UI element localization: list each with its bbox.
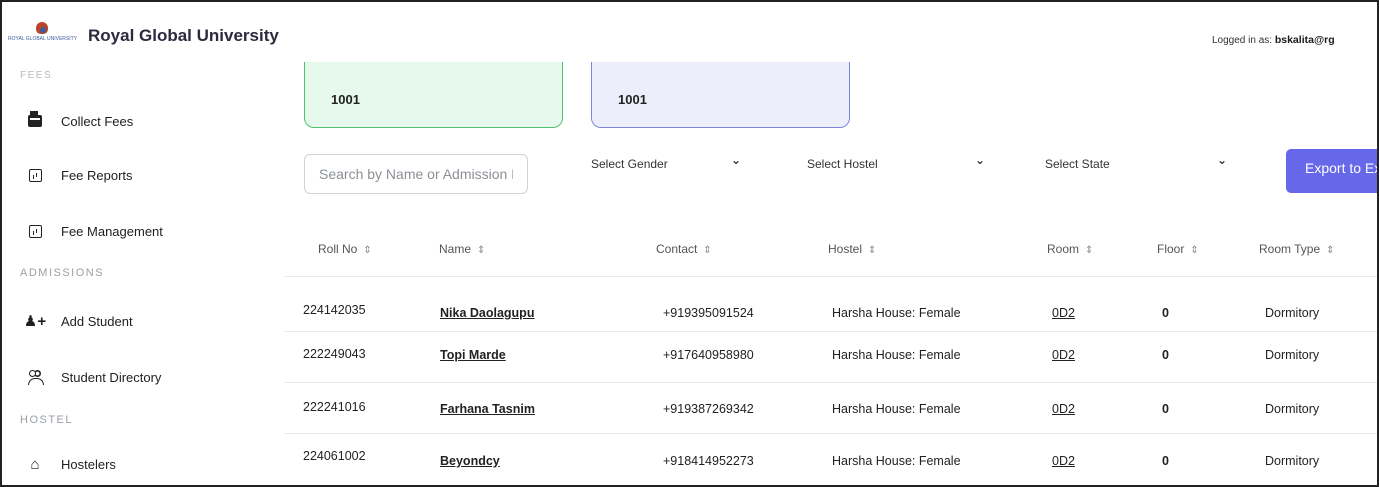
stat-card-value: 1001 [331,92,360,107]
logo-text: ROYAL GLOBAL UNIVERSITY [8,36,78,42]
stat-card-green: 1001 [304,62,563,128]
export-button[interactable]: Export to Excel [1286,149,1377,193]
column-header-room[interactable]: Room ⇕ [1047,242,1093,256]
sort-icon: ⇕ [477,245,486,256]
room-link[interactable]: 0D2 [1052,454,1075,468]
cell-roll-no: 222241016 [303,400,366,414]
logo-emblem-icon [36,22,48,34]
sidebar-item-collect-fees[interactable]: Collect Fees [24,109,133,133]
sidebar-item-hostelers[interactable]: ⌂ Hostelers [24,452,116,476]
brand-name: Royal Global University [88,26,279,45]
section-admissions: ADMISSIONS [20,267,105,279]
student-name-link[interactable]: Farhana Tasnim [440,402,535,416]
column-header-hostel[interactable]: Hostel ⇕ [828,242,876,256]
university-logo: ROYAL GLOBAL UNIVERSITY [8,22,78,44]
student-name-link[interactable]: Beyondcy [440,454,500,468]
users-icon [24,369,46,385]
sidebar-item-label: Fee Reports [61,167,133,183]
section-fees: FEES [20,70,53,81]
cell-hostel: Harsha House: Female [832,454,961,468]
cell-floor: 0 [1162,402,1169,416]
sidebar: FEES Collect Fees Fee Reports Fee Manage… [2,62,284,485]
cell-roll-no: 224142035 [303,303,366,317]
sidebar-item-label: Collect Fees [61,113,134,129]
state-select[interactable]: Select State ⌄ [1045,152,1235,176]
stat-card-purple: 1001 [591,62,850,128]
cell-room-type: Dormitory [1265,306,1320,320]
room-link[interactable]: 0D2 [1052,402,1075,416]
cell-contact: +919395091524 [663,306,754,320]
sort-icon: ⇕ [1326,245,1335,256]
column-header-room-type[interactable]: Room Type ⇕ [1259,242,1335,256]
room-link[interactable]: 0D2 [1052,306,1075,320]
cell-room-type: Dormitory [1265,348,1320,362]
sidebar-item-label: Hostelers [61,456,116,472]
column-header-floor[interactable]: Floor ⇕ [1157,242,1199,256]
divider [284,433,1377,434]
cash-register-icon [24,111,46,129]
divider [284,276,1377,277]
cell-contact: +917640958980 [663,348,754,362]
sidebar-item-add-student[interactable]: ♟+ Add Student [24,309,133,333]
chevron-down-icon: ⌄ [975,153,986,167]
cell-room-type: Dormitory [1265,402,1320,416]
cell-hostel: Harsha House: Female [832,306,961,320]
logged-in-user: bskalita@rg [1274,34,1335,46]
section-hostel: HOSTEL [20,414,74,426]
cell-hostel: Harsha House: Female [832,348,961,362]
hostel-select[interactable]: Select Hostel ⌄ [807,152,987,176]
gender-select[interactable]: Select Gender ⌄ [591,152,761,176]
student-name-link[interactable]: Nika Daolagupu [440,306,534,320]
sidebar-item-fee-management[interactable]: Fee Management [24,219,163,243]
top-bar: ROYAL GLOBAL UNIVERSITY Royal Global Uni… [2,2,1377,62]
divider [284,331,1377,332]
chevron-down-icon: ⌄ [1217,153,1228,167]
student-name-link[interactable]: Topi Marde [440,348,506,362]
chevron-down-icon: ⌄ [731,153,742,167]
cell-floor: 0 [1162,306,1169,320]
column-header-contact[interactable]: Contact ⇕ [656,242,712,256]
logged-in-indicator: Logged in as: bskalita@rg [1212,34,1335,46]
add-user-icon: ♟+ [23,313,47,330]
cell-contact: +919387269342 [663,402,754,416]
logged-in-label: Logged in as: [1212,35,1273,46]
sidebar-item-student-directory[interactable]: Student Directory [24,365,161,389]
stat-card-value: 1001 [618,92,647,107]
sort-icon: ⇕ [363,245,372,256]
home-icon: ⌂ [30,455,40,473]
cell-contact: +918414952273 [663,454,754,468]
column-header-roll-no[interactable]: Roll No ⇕ [318,242,372,256]
divider [284,382,1377,383]
sort-icon: ⇕ [868,245,877,256]
sidebar-item-fee-reports[interactable]: Fee Reports [24,163,133,187]
gender-select-label: Select Gender [591,157,668,171]
sidebar-item-label: Add Student [61,313,133,329]
sort-icon: ⇕ [1190,245,1199,256]
sidebar-item-label: Student Directory [61,369,162,385]
app-window: ROYAL GLOBAL UNIVERSITY Royal Global Uni… [0,0,1379,487]
column-header-name[interactable]: Name ⇕ [439,242,485,256]
sort-icon: ⇕ [1085,245,1094,256]
search-input[interactable] [304,154,528,194]
chart-box-icon [24,167,46,183]
sidebar-item-label: Fee Management [61,223,163,239]
cell-roll-no: 224061002 [303,449,366,463]
cell-floor: 0 [1162,348,1169,362]
cell-hostel: Harsha House: Female [832,402,961,416]
cell-roll-no: 222249043 [303,347,366,361]
state-select-label: Select State [1045,157,1110,171]
cell-floor: 0 [1162,454,1169,468]
cell-room-type: Dormitory [1265,454,1320,468]
room-link[interactable]: 0D2 [1052,348,1075,362]
hostel-select-label: Select Hostel [807,157,878,171]
sort-icon: ⇕ [703,245,712,256]
chart-box-icon [24,223,46,239]
